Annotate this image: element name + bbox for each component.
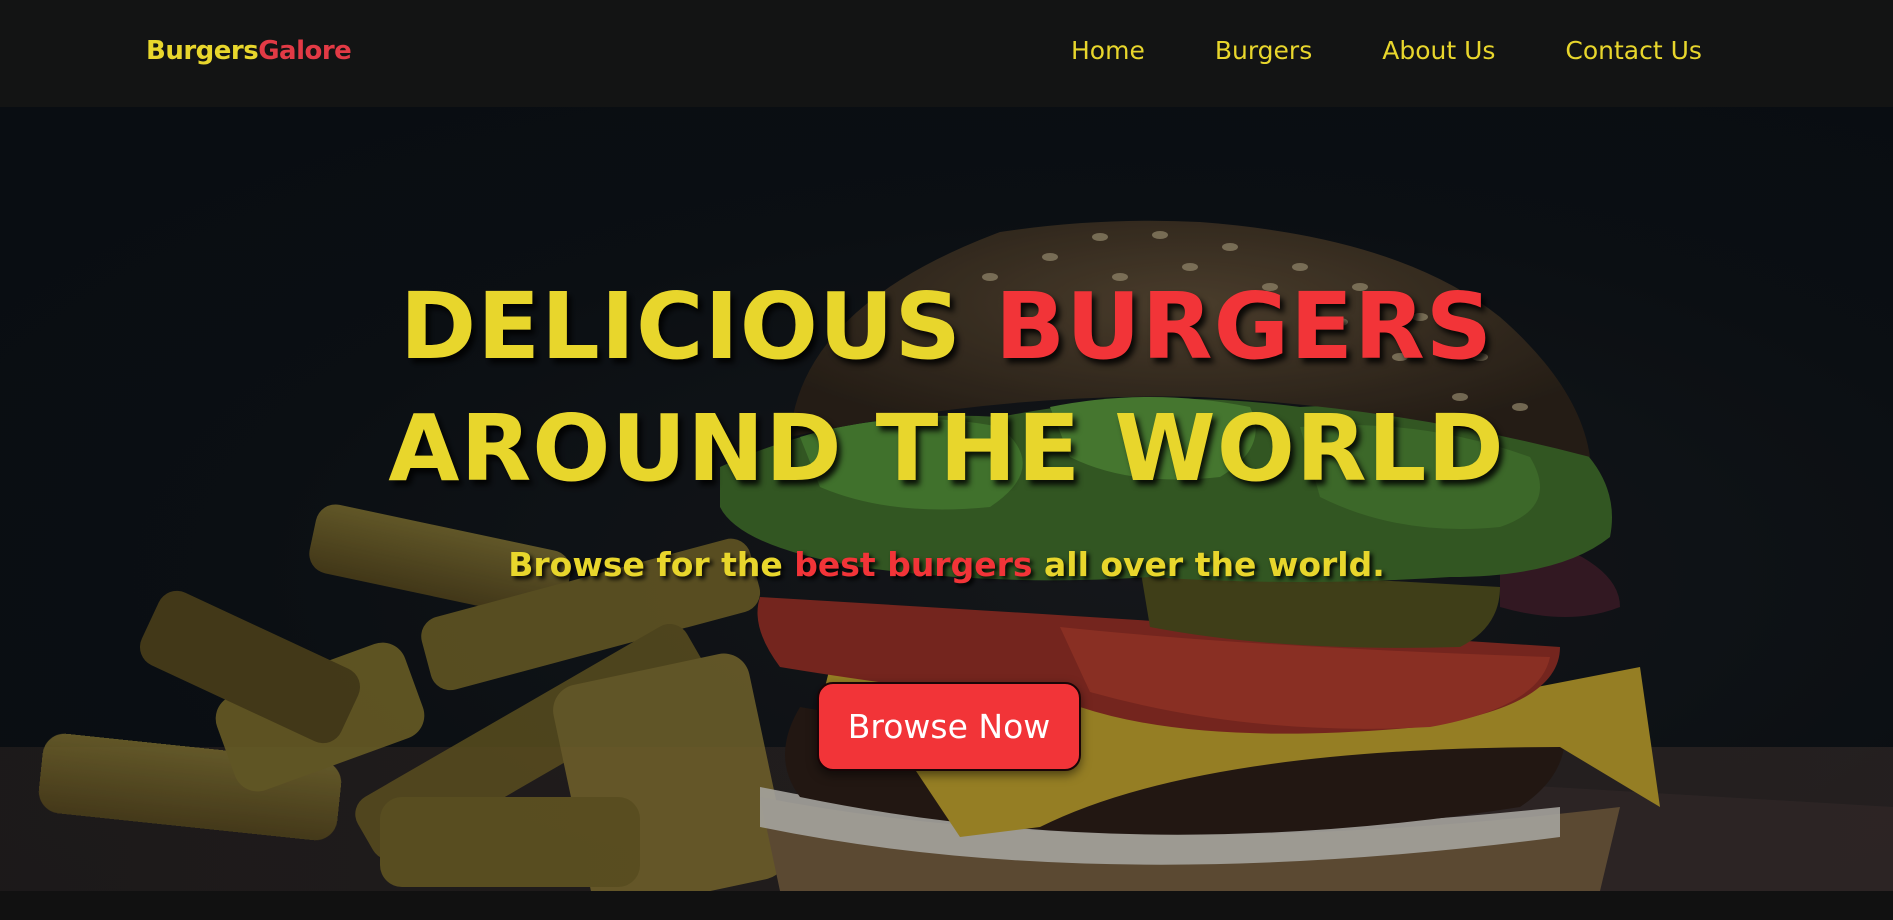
brand-logo-galore: Galore bbox=[258, 36, 352, 66]
nav-link-burgers[interactable]: Burgers bbox=[1215, 36, 1312, 65]
hero-subline-start: Browse for the bbox=[508, 545, 795, 584]
nav-link-contact-us[interactable]: Contact Us bbox=[1565, 36, 1702, 65]
browse-now-button[interactable]: Browse Now bbox=[817, 682, 1081, 771]
nav-links: Home Burgers About Us Contact Us bbox=[1071, 36, 1702, 65]
hero-subline: Browse for the best burgers all over the… bbox=[0, 545, 1893, 584]
footer-strip bbox=[0, 891, 1893, 920]
hero-section: DELICIOUS BURGERS AROUND THE WORLD Brows… bbox=[0, 107, 1893, 891]
nav-link-home[interactable]: Home bbox=[1071, 36, 1145, 65]
hero-subline-highlight: best burgers bbox=[794, 545, 1033, 584]
nav-link-about-us[interactable]: About Us bbox=[1382, 36, 1495, 65]
hero-headline-burgers: BURGERS bbox=[994, 273, 1494, 380]
hero-subline-end: all over the world. bbox=[1032, 545, 1385, 584]
navbar: BurgersGalore Home Burgers About Us Cont… bbox=[0, 0, 1893, 107]
brand-logo-burgers: Burgers bbox=[146, 36, 259, 66]
hero-headline-delicious: DELICIOUS bbox=[399, 273, 995, 380]
hero-headline-line-1: DELICIOUS BURGERS bbox=[0, 281, 1893, 373]
brand-logo[interactable]: BurgersGalore bbox=[146, 36, 352, 66]
hero-headline-line-2: AROUND THE WORLD bbox=[388, 395, 1505, 502]
